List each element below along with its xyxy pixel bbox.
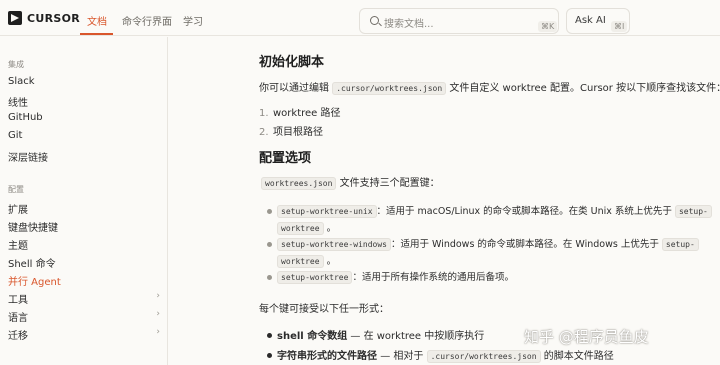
tab-learn[interactable]: 学习: [183, 13, 203, 28]
ask-ai-shortcut: ⌘I: [611, 21, 628, 32]
sidebar-item-migrations[interactable]: 迁移 ›: [8, 327, 160, 342]
tab-docs[interactable]: 文档: [87, 13, 107, 28]
sidebar-item-themes[interactable]: 主题: [8, 237, 160, 252]
sidebar-item-linear[interactable]: 线性: [8, 94, 160, 109]
sidebar-item-label: 工具: [8, 295, 28, 306]
bullet-icon: [267, 209, 272, 214]
search-icon: [370, 16, 379, 25]
sidebar-item-label: Shell 命令: [8, 259, 56, 270]
inline-code: setup-: [661, 238, 699, 251]
chevron-right-icon: ›: [156, 327, 160, 337]
forms-intro: 每个键可接受以下任一形式：: [259, 304, 389, 315]
list-item: setup-worktree-unix ：适用于 macOS/Linux 的命令或…: [277, 203, 712, 218]
config-text: 文件支持三个配置键：: [339, 178, 440, 189]
active-tab-indicator: [80, 33, 113, 35]
list-item-continuation: worktree 。: [277, 253, 337, 268]
search-input[interactable]: 搜索文档... ⌘K: [359, 8, 559, 34]
sidebar-item-label: 语言: [8, 313, 28, 324]
sidebar-item-label: 深层链接: [8, 153, 48, 164]
sidebar-item-label: 迁移: [8, 331, 28, 342]
logo-text: CURSOR: [27, 11, 81, 25]
inline-code: worktree: [277, 222, 324, 235]
sidebar-item-label: Slack: [8, 76, 35, 87]
list-item: 字符串形式的文件路径 — 相对于 .cursor/worktrees.json …: [277, 347, 614, 363]
bold-text: shell 命令数组: [277, 331, 348, 342]
inline-code: worktree: [277, 255, 324, 268]
list-item-text: 项目根路径: [273, 127, 323, 138]
intro-paragraph: 你可以通过编辑 .cursor/worktrees.json 文件自定义 wor…: [259, 79, 720, 95]
sidebar-item-languages[interactable]: 语言 ›: [8, 309, 160, 324]
search-shortcut: ⌘K: [538, 21, 558, 32]
bullet-icon: [267, 353, 272, 358]
sidebar-item-tools[interactable]: 工具 ›: [8, 291, 160, 306]
ordered-list-item: 1. worktree 路径: [259, 104, 341, 119]
ask-ai-label: Ask AI: [575, 15, 606, 26]
list-item-continuation: worktree 。: [277, 220, 337, 235]
top-navbar: CURSOR 文档 命令行界面 学习 搜索文档... ⌘K Ask AI ⌘I: [0, 0, 720, 36]
intro-text: 你可以通过编辑: [259, 83, 329, 94]
list-number: 2.: [259, 127, 269, 138]
list-item-text: 。: [326, 223, 337, 234]
sidebar-item-keyboard-shortcuts[interactable]: 键盘快捷键: [8, 219, 160, 234]
list-item-text: — 相对于: [380, 351, 424, 362]
sidebar-item-shell-commands[interactable]: Shell 命令: [8, 255, 160, 270]
chevron-right-icon: ›: [156, 309, 160, 319]
inline-code: .cursor/worktrees.json: [332, 82, 447, 95]
tab-cli[interactable]: 命令行界面: [122, 13, 172, 28]
list-item: setup-worktree-windows ：适用于 Windows 的命令或脚…: [277, 236, 699, 251]
sidebar-item-label: 扩展: [8, 205, 28, 216]
cursor-logo-icon: [8, 11, 22, 25]
list-item-text: ：适用于 macOS/Linux 的命令或脚本路径。在类 Unix 系统上优先于: [376, 206, 672, 217]
inline-code: setup-: [674, 205, 712, 218]
ask-ai-button[interactable]: Ask AI ⌘I: [566, 8, 630, 34]
list-item-text: — 在 worktree 中按顺序执行: [350, 331, 485, 342]
search-placeholder: 搜索文档...: [384, 19, 434, 30]
list-item-text: 。: [326, 256, 337, 267]
inline-code: worktrees.json: [261, 177, 337, 190]
sidebar-item-label: 并行 Agent: [8, 277, 61, 288]
list-item-text: 的脚本文件路径: [543, 351, 614, 362]
sidebar-section-config: 配置: [8, 185, 24, 194]
bullet-icon: [267, 242, 272, 247]
sidebar-item-label: 线性: [8, 98, 28, 109]
heading-init-script: 初始化脚本: [259, 55, 325, 70]
bullet-icon: [267, 333, 272, 338]
list-item: setup-worktree ：适用于所有操作系统的通用后备项。: [277, 269, 514, 284]
inline-code: setup-worktree-windows: [277, 238, 391, 251]
list-item-text: ：适用于 Windows 的命令或脚本路径。在 Windows 上优先于: [390, 239, 659, 250]
sidebar-item-label: 主题: [8, 241, 28, 252]
sidebar-item-git[interactable]: Git: [8, 130, 160, 141]
ordered-list-item: 2. 项目根路径: [259, 123, 323, 138]
list-item: shell 命令数组 — 在 worktree 中按顺序执行: [277, 327, 484, 342]
sidebar-item-extensions[interactable]: 扩展: [8, 201, 160, 216]
sidebar-item-label: GitHub: [8, 112, 43, 123]
sidebar: 集成 Slack 线性 GitHub Git 深层链接 配置 扩展 键盘快捷键 …: [0, 37, 168, 365]
chevron-right-icon: ›: [156, 291, 160, 301]
inline-code: setup-worktree-unix: [277, 205, 377, 218]
sidebar-item-parallel-agents[interactable]: 并行 Agent: [8, 273, 160, 288]
sidebar-item-deeplinks[interactable]: 深层链接: [8, 149, 160, 164]
bullet-icon: [267, 275, 272, 280]
config-paragraph: worktrees.json 文件支持三个配置键：: [261, 174, 440, 190]
heading-config-options: 配置选项: [259, 151, 312, 166]
sidebar-item-slack[interactable]: Slack: [8, 76, 160, 87]
sidebar-item-label: Git: [8, 130, 23, 141]
cursor-logo[interactable]: CURSOR: [8, 11, 80, 25]
inline-code: setup-worktree: [277, 271, 353, 284]
list-item-text: worktree 路径: [273, 108, 341, 119]
bold-text: 字符串形式的文件路径: [277, 351, 377, 362]
main-content: 初始化脚本 你可以通过编辑 .cursor/worktrees.json 文件自…: [169, 37, 720, 365]
list-item-text: ：适用于所有操作系统的通用后备项。: [352, 272, 514, 283]
list-number: 1.: [259, 108, 269, 119]
sidebar-item-label: 键盘快捷键: [8, 223, 58, 234]
inline-code: .cursor/worktrees.json: [426, 350, 541, 363]
sidebar-item-github[interactable]: GitHub: [8, 112, 160, 123]
watermark: 知乎 @程序员鱼皮: [524, 328, 649, 346]
sidebar-section-integrations: 集成: [8, 60, 24, 69]
intro-text: 文件自定义 worktree 配置。Cursor 按以下顺序查找该文件：: [449, 83, 720, 94]
